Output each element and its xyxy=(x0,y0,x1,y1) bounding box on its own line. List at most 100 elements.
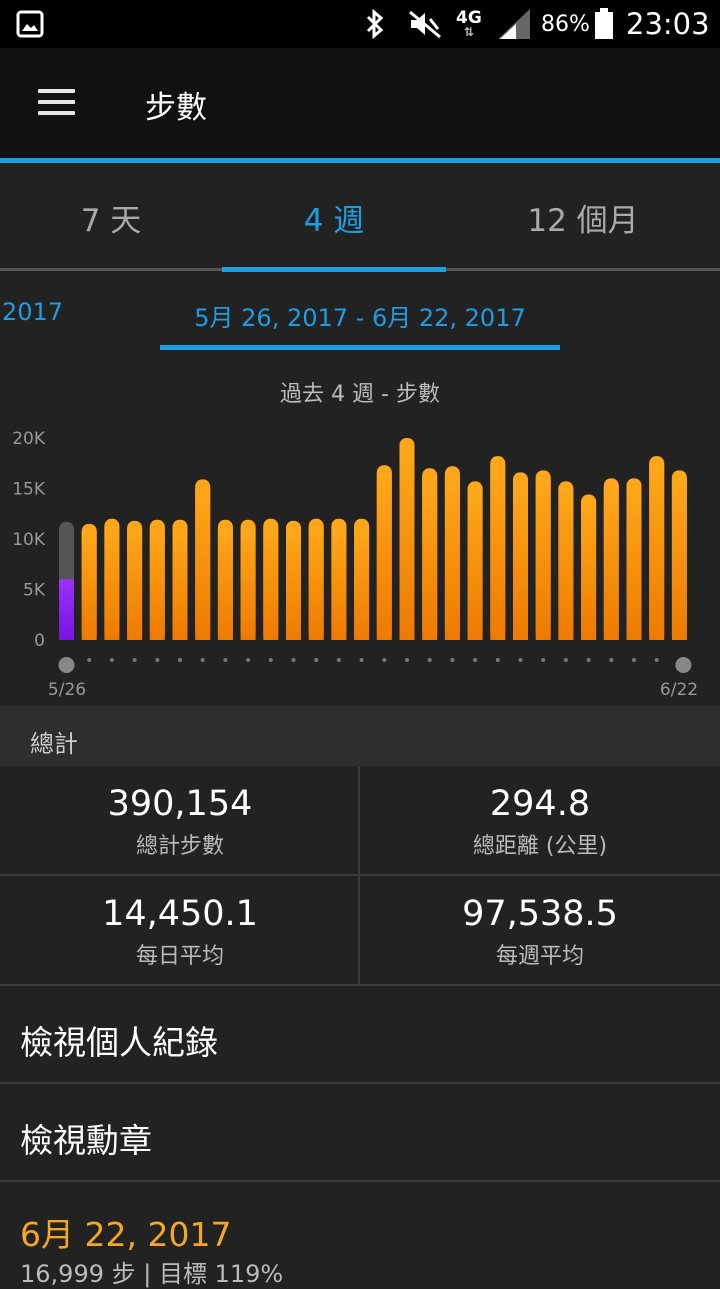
x-axis-dot xyxy=(223,658,228,662)
daily-average-label: 每日平均 xyxy=(135,944,224,969)
tab-7-days[interactable]: 7 天 xyxy=(0,163,222,271)
step-bar-base xyxy=(626,486,642,640)
step-bar-base xyxy=(240,527,256,640)
steps-bar-chart[interactable]: 20K 15K 10K 5K 0 5/26 6/22 xyxy=(0,420,720,705)
app-bar: 步數 xyxy=(0,48,720,158)
x-axis-dot xyxy=(359,658,364,662)
step-bar-base xyxy=(513,480,528,640)
step-bar-base xyxy=(354,526,370,640)
mute-icon xyxy=(408,0,442,48)
period-tabs: 7 天 4 週 12 個月 xyxy=(0,163,720,273)
total-steps-stat: 390,154 總計步數 xyxy=(0,766,360,874)
day-entry-date[interactable]: 6月 22, 2017 xyxy=(20,1208,231,1256)
y-tick-label: 20K xyxy=(12,429,46,449)
status-bar: 4G ⇅ 86% 23:03 xyxy=(0,0,720,48)
battery-icon xyxy=(594,0,614,48)
total-steps-label: 總計步數 xyxy=(135,834,224,859)
x-axis-dot xyxy=(654,658,659,662)
weekly-average-stat: 97,538.5 每週平均 xyxy=(360,876,720,984)
step-bar-base xyxy=(217,527,233,640)
step-bar-base xyxy=(286,528,301,640)
step-bar-base xyxy=(399,446,415,640)
x-start-label: 5/26 xyxy=(48,680,86,700)
x-axis-dot xyxy=(155,658,160,662)
x-axis-dot xyxy=(563,658,568,662)
x-axis-dot xyxy=(178,658,182,662)
step-bar-base xyxy=(195,487,211,640)
divider xyxy=(0,874,720,876)
daily-average-stat: 14,450.1 每日平均 xyxy=(0,876,360,984)
step-bar-base xyxy=(649,464,665,640)
step-bar-base xyxy=(558,489,574,640)
x-axis-dot xyxy=(87,658,92,662)
network-type-indicator: 4G ⇅ xyxy=(456,8,482,39)
day-entry-summary: 16,999 步 | 目標 119% xyxy=(20,1260,284,1288)
x-axis-dot xyxy=(246,658,251,662)
total-steps-value: 390,154 xyxy=(107,784,253,824)
x-axis-dot xyxy=(473,658,478,662)
x-axis-dot xyxy=(450,658,455,662)
step-bar-base xyxy=(81,531,97,640)
battery-percent: 86% xyxy=(541,11,590,37)
x-axis-dot xyxy=(427,658,432,662)
current-date-range[interactable]: 5月 26, 2017 - 6月 22, 2017 xyxy=(160,298,560,333)
previous-period-link[interactable]: 2017 xyxy=(2,298,63,326)
step-bar-base xyxy=(376,473,392,640)
weekly-average-value: 97,538.5 xyxy=(462,894,618,934)
x-axis-endpoint xyxy=(58,657,75,673)
chart-title: 過去 4 週 - 步數 xyxy=(280,382,440,407)
x-axis-dot xyxy=(109,658,114,662)
totals-header: 總計 xyxy=(0,706,720,766)
x-axis-dot xyxy=(541,658,546,662)
step-bar-base xyxy=(581,502,597,640)
view-personal-records-label: 檢視個人紀錄 xyxy=(20,1023,218,1062)
step-bar-base xyxy=(535,478,551,640)
y-tick-label: 0 xyxy=(34,631,45,651)
x-axis-dot xyxy=(495,658,500,662)
signal-strength-icon xyxy=(496,0,532,48)
step-bar-base xyxy=(603,486,619,640)
total-distance-value: 294.8 xyxy=(489,784,591,824)
clock: 23:03 xyxy=(626,7,710,41)
step-bar-base xyxy=(149,527,165,640)
x-axis-dot xyxy=(132,658,137,662)
view-badges-button[interactable]: 檢視勳章 xyxy=(0,1084,720,1180)
x-axis-dot xyxy=(200,658,205,662)
x-axis-dot xyxy=(268,658,273,662)
step-bar-base xyxy=(308,526,324,640)
step-bar-base xyxy=(331,526,347,640)
x-axis-dot xyxy=(586,658,591,662)
divider xyxy=(0,1180,720,1182)
tab-4-weeks[interactable]: 4 週 xyxy=(222,163,446,271)
date-range-indicator xyxy=(160,345,560,350)
step-bar-base xyxy=(172,527,188,640)
x-axis-endpoint xyxy=(675,657,692,673)
view-badges-label: 檢視勳章 xyxy=(20,1121,152,1160)
x-axis-dot xyxy=(609,658,614,662)
page-title: 步數 xyxy=(145,90,207,126)
totals-label: 總計 xyxy=(30,730,78,758)
menu-icon[interactable] xyxy=(24,70,88,134)
total-distance-label: 總距離 (公里) xyxy=(472,834,608,859)
x-axis-dot xyxy=(336,658,341,662)
total-distance-stat: 294.8 總距離 (公里) xyxy=(360,766,720,874)
x-axis-dot xyxy=(632,658,636,662)
gallery-notification-icon xyxy=(16,0,44,48)
active-tab-indicator xyxy=(222,267,446,272)
y-tick-label: 10K xyxy=(12,530,46,550)
x-axis-dot xyxy=(405,658,409,662)
tab-12-months[interactable]: 12 個月 xyxy=(446,163,720,271)
x-end-label: 6/22 xyxy=(660,680,698,700)
step-bar-base xyxy=(422,476,438,640)
step-bar-base xyxy=(104,526,120,640)
step-bar-base xyxy=(467,489,483,640)
step-bar-base xyxy=(444,474,460,640)
view-personal-records-button[interactable]: 檢視個人紀錄 xyxy=(0,986,720,1082)
divider xyxy=(358,766,360,984)
weekly-average-label: 每週平均 xyxy=(495,944,584,969)
daily-average-value: 14,450.1 xyxy=(102,894,258,934)
x-axis-dot xyxy=(518,658,523,662)
step-bar-base xyxy=(490,464,506,640)
step-bar-base xyxy=(263,526,279,640)
y-tick-label: 5K xyxy=(23,581,46,601)
